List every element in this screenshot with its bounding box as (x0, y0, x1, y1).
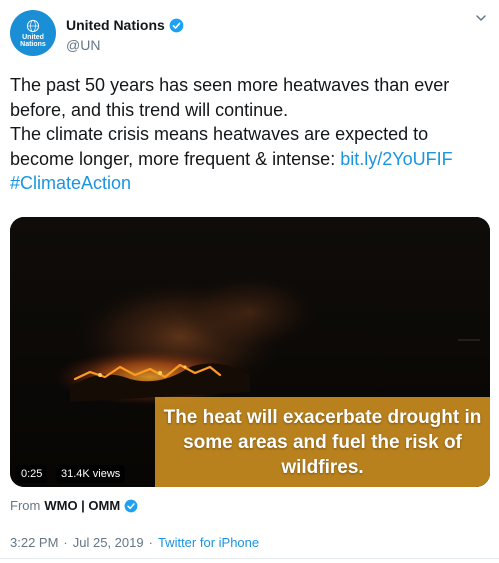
video-views-badge: 31.4K views (56, 465, 126, 483)
un-emblem-icon (26, 19, 40, 32)
video-player[interactable]: The heat will exacerbate drought in some… (10, 217, 490, 487)
video-caption-text: The heat will exacerbate drought in some… (155, 405, 490, 480)
avatar-logo-text-1: United (22, 33, 44, 41)
video-caption: The heat will exacerbate drought in some… (155, 397, 490, 487)
tweet-line-4: become longer, more frequent & intense: … (10, 147, 488, 172)
caption-line-3: wildfires. (281, 457, 364, 478)
tweet-line-4-text: become longer, more frequent & intense: (10, 148, 341, 169)
verified-badge-icon (124, 499, 138, 512)
display-name[interactable]: United Nations (66, 17, 165, 33)
caption-line-1: The heat will exacerbate drought in (163, 407, 482, 428)
author-name-row: United Nations (66, 17, 184, 33)
meta-separator-2: · (148, 535, 153, 550)
tweet-date[interactable]: Jul 25, 2019 (73, 535, 144, 550)
from-label: From (10, 498, 41, 513)
tweet-line-1: The past 50 years has seen more heatwave… (10, 75, 450, 95)
tweet-card: United Nations United Nations @UN The pa… (0, 0, 499, 563)
hashtag-link[interactable]: #ClimateAction (10, 173, 131, 193)
tweet-text: The past 50 years has seen more heatwave… (10, 73, 488, 196)
meta-separator: · (63, 535, 68, 550)
verified-badge-icon (169, 18, 184, 32)
media-source-row: From WMO | OMM (10, 498, 138, 513)
divider (0, 558, 499, 559)
video-duration-badge: 0:25 (16, 465, 48, 483)
tweet-link[interactable]: bit.ly/2YoUFIF (340, 149, 452, 169)
tweet-line-5: #ClimateAction (10, 171, 488, 196)
tweet-time[interactable]: 3:22 PM (10, 535, 58, 550)
tweet-line-3: The climate crisis means heatwaves are e… (10, 124, 429, 144)
tweet-line-2: before, and this trend will continue. (10, 99, 289, 120)
avatar-logo-text-2: Nations (20, 40, 46, 48)
user-handle[interactable]: @UN (66, 37, 100, 53)
tweet-client-link[interactable]: Twitter for iPhone (158, 535, 259, 550)
source-account-link[interactable]: WMO | OMM (44, 498, 120, 513)
chevron-down-icon[interactable] (475, 12, 487, 24)
tweet-meta: 3:22 PM · Jul 25, 2019 · Twitter for iPh… (10, 535, 259, 550)
avatar[interactable]: United Nations (10, 10, 56, 56)
caption-line-2: some areas and fuel the risk of (183, 432, 462, 453)
